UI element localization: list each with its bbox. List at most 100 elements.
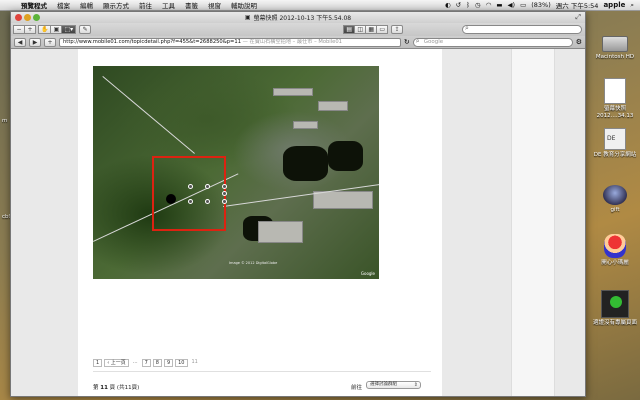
annotate-button[interactable]: ✎ [79,25,92,34]
map-node [222,184,227,189]
menu-edit[interactable]: 編輯 [75,0,98,10]
menu-help[interactable]: 輔助說明 [226,0,262,10]
add-bookmark-button[interactable]: + [44,37,56,47]
page-ellipsis: ... [132,359,138,365]
window-title: 螢幕快照 2012-10-13 下午5.54.08 [253,15,352,22]
divider [93,371,431,372]
reload-icon[interactable]: ↻ [404,38,410,46]
preview-window: ▣ 螢幕快照 2012-10-13 下午5.54.08 ⤢ − + ✋ ▣ ⬚▾… [10,11,586,397]
menu-file[interactable]: 檔案 [52,0,75,10]
user-name[interactable]: apple [603,1,625,9]
battery-icon[interactable]: ▭ [520,1,526,9]
url-text: http://www.mobile01.com/topicdetail.php?… [63,38,242,45]
zoom-in-button[interactable]: + [24,25,36,34]
view-group: ▤ ◫ ▦ ▭ [343,25,389,34]
forward-button[interactable]: ▶ [29,37,41,47]
page-info-number: 11 [100,385,108,391]
close-button[interactable] [15,14,22,21]
map-road [102,76,195,154]
back-button[interactable]: ◀ [14,37,26,47]
menu-clock[interactable]: 週六 下午5:54 [556,0,599,10]
hand-tool-button[interactable]: ✋ [38,25,52,34]
desktop-fragment: m [2,118,8,124]
map-shadow [283,146,328,181]
menu-app[interactable]: 預覽程式 [16,0,52,10]
menu-bar: 預覽程式 檔案 編輯 顯示方式 前往 工具 書籤 視窗 輔助說明 ◐ ↺ ᛒ ◷… [0,0,640,11]
satellite-map-image[interactable]: Image © 2012 DigitalGlobe Google [93,66,379,279]
map-copyright: Image © 2012 DigitalGlobe [229,261,278,265]
page-link[interactable]: 10 [175,359,188,367]
search-input[interactable] [462,25,582,34]
map-node [205,184,210,189]
menu-view[interactable]: 顯示方式 [98,0,134,10]
map-building [273,88,313,96]
title-bar[interactable]: ▣ 螢幕快照 2012-10-13 下午5.54.08 ⤢ [11,12,585,23]
zoom-group: − + [13,25,36,34]
time-machine-icon[interactable]: ↺ [456,1,461,9]
page-info: 第 11 頁 (共11頁) [93,385,140,391]
volume-icon[interactable]: ◀) [508,1,516,9]
page-link[interactable]: 7 [141,359,151,367]
menu-window[interactable]: 視窗 [203,0,226,10]
wifi-icon[interactable]: ◠ [486,1,492,9]
map-building [258,221,303,243]
menu-extras: ◐ ↺ ᛒ ◷ ◠ ▬ ◀) ▭ (83%) 週六 下午5:54 apple ⌕ [445,0,640,11]
desktop-icon-mario[interactable]: 開心小瑪麗 [590,234,640,267]
menu-tools[interactable]: 工具 [157,0,180,10]
desktop-icon-screenshot[interactable]: 螢幕快照 2012....34.13 [590,78,640,120]
flag-icon[interactable]: ▬ [496,1,502,9]
battery-percent: (83%) [531,1,551,9]
map-node [188,184,193,189]
desktop-icon-de[interactable]: DE 教育分享網站 [590,128,640,159]
view-sheet-button[interactable]: ▭ [376,25,389,34]
menu-go[interactable]: 前往 [134,0,157,10]
desktop-icon-xbox[interactable]: 適證沒有專屬頁面 [590,290,640,327]
map-node [205,199,210,204]
zoom-button[interactable] [33,14,40,21]
desktop-icon-gift[interactable]: gift [590,185,640,214]
status-icon[interactable]: ◐ [445,1,451,9]
map-shadow [328,141,363,171]
desktop-icon-hd[interactable]: Macintosh HD [590,36,640,61]
bluetooth-icon[interactable]: ᛒ [466,1,470,9]
marker-dot [166,194,176,204]
page-link[interactable]: 9 [163,359,174,367]
google-search-field[interactable]: Google [412,37,573,47]
document-icon [604,128,626,150]
page-area: Image © 2012 DigitalGlobe Google 1 ‹ 上一頁… [11,49,585,396]
map-building [293,121,318,129]
page-link-prev[interactable]: ‹ 上一頁 [104,359,129,367]
share-button[interactable]: ⇪ [391,25,404,34]
screenshot-file-icon [604,78,626,104]
hard-drive-icon [602,36,628,52]
forum-select[interactable]: 選擇討論群組 [366,381,421,389]
menu-bookmarks[interactable]: 書籤 [180,0,203,10]
spotlight-icon[interactable]: ⌕ [630,1,634,10]
sidebar-column [511,49,555,396]
map-logo: Google [360,271,375,276]
fullscreen-icon[interactable]: ⤢ [575,13,581,22]
map-building [313,191,373,209]
url-page-title: — 在寶山石橫空拍地 – 最仕市 – Mobile01 [241,38,342,45]
clock-icon[interactable]: ◷ [475,1,481,9]
settings-icon[interactable]: ⚙ [576,38,582,46]
document-icon: ▣ [244,14,251,21]
pagination: 1 ‹ 上一頁 ... 7 8 9 10 11 [93,359,200,367]
page-link-first[interactable]: 1 [93,359,103,367]
mario-icon [604,234,626,258]
map-building [318,101,348,111]
map-node [222,199,227,204]
page-current: 11 [191,359,198,365]
map-node [188,199,193,204]
page-link[interactable]: 8 [152,359,162,367]
tool-group: ✋ ▣ ⬚▾ [38,25,77,34]
url-field[interactable]: http://www.mobile01.com/topicdetail.php?… [59,37,401,47]
toolbar: − + ✋ ▣ ⬚▾ ✎ ▤ ◫ ▦ ▭ ⇪ [11,23,585,36]
xbox-icon [601,290,629,318]
gift-icon [603,185,627,205]
select-tool-button[interactable]: ⬚▾ [61,25,77,34]
highlight-box [152,156,226,231]
map-node [222,191,227,196]
minimize-button[interactable] [24,14,31,21]
goto-label: 前往 [351,385,363,391]
